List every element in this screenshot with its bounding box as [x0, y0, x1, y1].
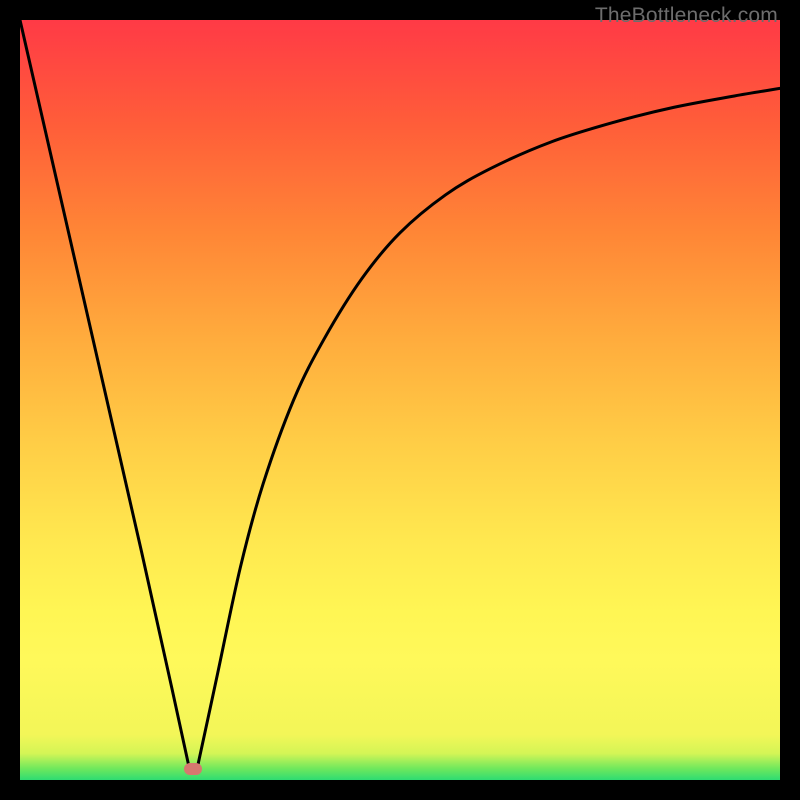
curve-left	[20, 20, 190, 772]
curve-right	[196, 88, 780, 772]
minimum-marker	[184, 763, 202, 775]
bottleneck-curve	[20, 20, 780, 780]
